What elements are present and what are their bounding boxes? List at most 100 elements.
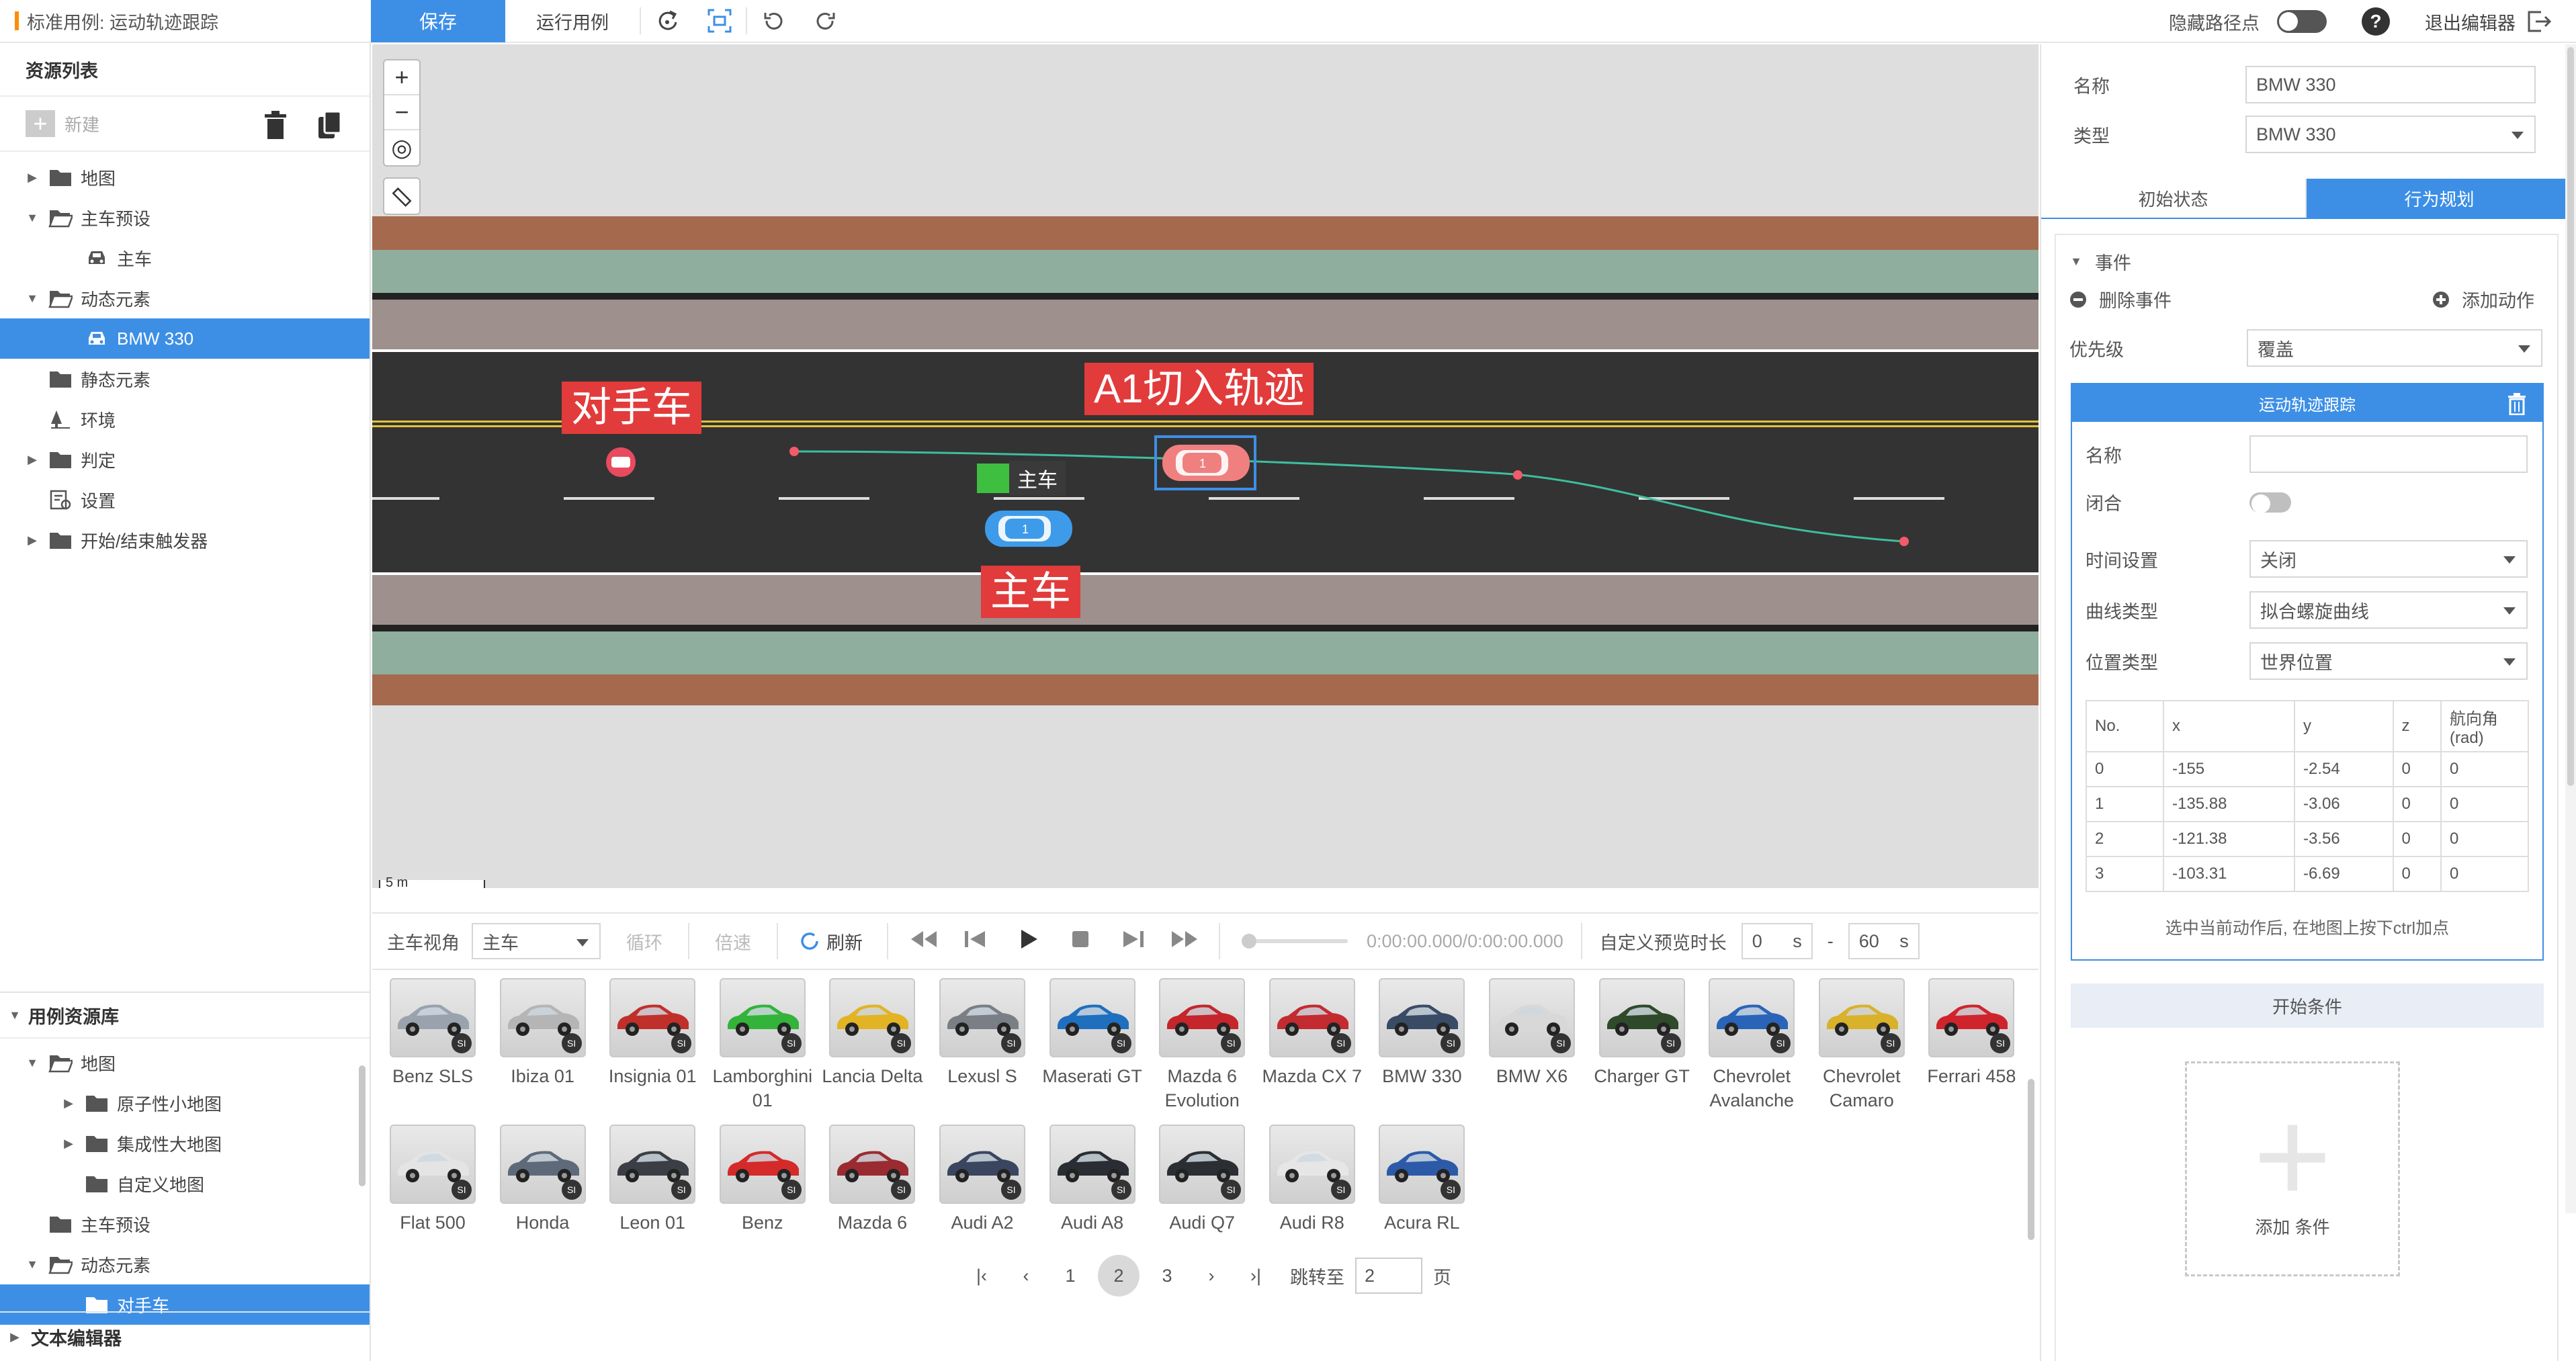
- table-cell[interactable]: -103.31: [2163, 856, 2295, 892]
- vehicle-card[interactable]: SI Lamborghini 01: [709, 978, 816, 1112]
- redo-icon[interactable]: [800, 0, 852, 42]
- tree-item[interactable]: ▶ 地图: [0, 157, 370, 197]
- view-select[interactable]: 主车: [472, 923, 601, 959]
- page-3-button[interactable]: 3: [1145, 1266, 1189, 1286]
- trash-icon[interactable]: [2506, 392, 2528, 415]
- tree-item[interactable]: 主车: [0, 238, 370, 278]
- vehicle-card[interactable]: SI Acura RL: [1368, 1125, 1475, 1235]
- refresh-button[interactable]: 刷新: [798, 928, 863, 955]
- ego-car[interactable]: 1: [985, 511, 1072, 547]
- trash-icon[interactable]: [262, 110, 289, 140]
- curve-type-select[interactable]: 拟合螺旋曲线: [2249, 591, 2528, 629]
- tree-item[interactable]: 设置: [0, 480, 370, 520]
- trajectory-waypoint[interactable]: [789, 447, 799, 456]
- table-row[interactable]: 3 -103.31 -6.69 0 0: [2085, 856, 2529, 892]
- tree-item[interactable]: ▶ 集成性大地图: [0, 1123, 370, 1164]
- zoom-out-button[interactable]: −: [384, 95, 419, 130]
- chevron-right-icon[interactable]: ▶: [26, 171, 39, 185]
- fit-screen-icon[interactable]: [693, 0, 746, 42]
- start-condition-header[interactable]: 开始条件: [2071, 983, 2544, 1028]
- ruler-icon[interactable]: [384, 179, 419, 214]
- exit-icon[interactable]: [2525, 8, 2552, 35]
- delete-event-button[interactable]: 删除事件: [2069, 286, 2172, 312]
- table-cell[interactable]: 0: [2440, 821, 2529, 857]
- table-cell[interactable]: 0: [2392, 821, 2442, 857]
- tree-item[interactable]: ▼ 主车预设: [0, 197, 370, 238]
- table-row[interactable]: 0 -155 -2.54 0 0: [2085, 751, 2529, 787]
- table-cell[interactable]: -3.56: [2294, 821, 2394, 857]
- zoom-in-button[interactable]: +: [384, 60, 419, 95]
- fast-forward-icon[interactable]: [1169, 926, 1201, 957]
- vehicle-card[interactable]: SI Maserati GT: [1039, 978, 1146, 1088]
- jump-page-input[interactable]: 2: [1355, 1258, 1422, 1294]
- table-cell[interactable]: 0: [2392, 751, 2442, 787]
- speed-button[interactable]: 倍速: [715, 928, 751, 955]
- chevron-down-icon[interactable]: ▼: [26, 292, 39, 306]
- preview-start-input[interactable]: 0 s: [1741, 923, 1813, 959]
- table-row[interactable]: 1 -135.88 -3.06 0 0: [2085, 786, 2529, 822]
- priority-select[interactable]: 覆盖: [2247, 329, 2542, 367]
- vehicle-card[interactable]: SI Leon 01: [599, 1125, 706, 1235]
- vehicle-card[interactable]: SI Audi R8: [1258, 1125, 1366, 1235]
- save-button[interactable]: 保存: [371, 0, 505, 42]
- vehicle-card[interactable]: SI BMW X6: [1478, 978, 1586, 1088]
- tree-item[interactable]: 静态元素: [0, 359, 370, 399]
- vehicle-card[interactable]: SI Lexusl S: [929, 978, 1036, 1088]
- step-back-icon[interactable]: [959, 926, 992, 957]
- type-select[interactable]: BMW 330: [2245, 116, 2536, 153]
- table-cell[interactable]: -135.88: [2163, 786, 2295, 822]
- opponent-car[interactable]: 1: [1162, 445, 1250, 481]
- table-cell[interactable]: -3.06: [2294, 786, 2394, 822]
- table-cell[interactable]: 0: [2440, 751, 2529, 787]
- closed-toggle[interactable]: [2249, 492, 2291, 513]
- vehicle-card[interactable]: SI Flat 500: [379, 1125, 486, 1235]
- tree-item[interactable]: ▼ 动态元素: [0, 278, 370, 318]
- time-setting-select[interactable]: 关闭: [2249, 540, 2528, 578]
- table-cell[interactable]: 0: [2392, 856, 2442, 892]
- gallery-scrollbar[interactable]: [2028, 1079, 2034, 1240]
- add-action-button[interactable]: 添加动作: [2432, 286, 2534, 312]
- chevron-right-icon[interactable]: ▶: [62, 1137, 75, 1151]
- trajectory-waypoint[interactable]: [1513, 470, 1522, 480]
- table-cell[interactable]: 3: [2085, 856, 2165, 892]
- vehicle-card[interactable]: SI Ibiza 01: [489, 978, 597, 1088]
- preview-end-input[interactable]: 60 s: [1848, 923, 1920, 959]
- position-type-select[interactable]: 世界位置: [2249, 642, 2528, 680]
- undo-icon[interactable]: [747, 0, 800, 42]
- playback-progress-slider[interactable]: [1242, 934, 1348, 949]
- chevron-right-icon[interactable]: ▶: [26, 533, 39, 547]
- vehicle-card[interactable]: SI Audi A8: [1039, 1125, 1146, 1235]
- vehicle-card[interactable]: SI Ferrari 458: [1918, 978, 2025, 1088]
- event-header[interactable]: ▼ 事件: [2069, 249, 2131, 275]
- vehicle-card[interactable]: SI Chevrolet Camaro: [1808, 978, 1916, 1112]
- table-cell[interactable]: 1: [2085, 786, 2165, 822]
- tree-item[interactable]: ▶ 原子性小地图: [0, 1083, 370, 1123]
- chevron-down-icon[interactable]: ▼: [26, 211, 39, 225]
- step-forward-icon[interactable]: [1117, 926, 1149, 957]
- tree-item[interactable]: 环境: [0, 399, 370, 439]
- table-row[interactable]: 2 -121.38 -3.56 0 0: [2085, 821, 2529, 857]
- vehicle-card[interactable]: SI Chevrolet Avalanche: [1698, 978, 1805, 1112]
- case-library-scrollbar[interactable]: [359, 1065, 366, 1186]
- refresh-route-icon[interactable]: [641, 0, 693, 42]
- tree-item[interactable]: ▶ 开始/结束触发器: [0, 520, 370, 560]
- tree-item[interactable]: ▼ 地图: [0, 1043, 370, 1083]
- vehicle-card[interactable]: SI Honda: [489, 1125, 597, 1235]
- hide-waypoints-toggle[interactable]: [2277, 10, 2327, 33]
- properties-scrollbar[interactable]: [2565, 44, 2576, 1213]
- tree-item[interactable]: BMW 330: [0, 318, 370, 359]
- chevron-right-icon[interactable]: ▶: [26, 453, 39, 467]
- vehicle-card[interactable]: SI Mazda 6: [818, 1125, 926, 1235]
- vehicle-card[interactable]: SI Charger GT: [1588, 978, 1696, 1088]
- next-page-button[interactable]: ›: [1189, 1266, 1234, 1286]
- table-cell[interactable]: 0: [2392, 786, 2442, 822]
- vehicle-card[interactable]: SI Insignia 01: [599, 978, 706, 1088]
- table-cell[interactable]: 0: [2085, 751, 2165, 787]
- stop-icon[interactable]: [1064, 926, 1097, 957]
- table-cell[interactable]: 0: [2440, 786, 2529, 822]
- copy-icon[interactable]: [316, 110, 343, 140]
- tab-behavior-planning[interactable]: 行为规划: [2307, 179, 2572, 218]
- text-editor-section[interactable]: ▶ 文本编辑器: [0, 1311, 371, 1361]
- vehicle-card[interactable]: SI Benz SLS: [379, 978, 486, 1088]
- rewind-icon[interactable]: [907, 926, 939, 957]
